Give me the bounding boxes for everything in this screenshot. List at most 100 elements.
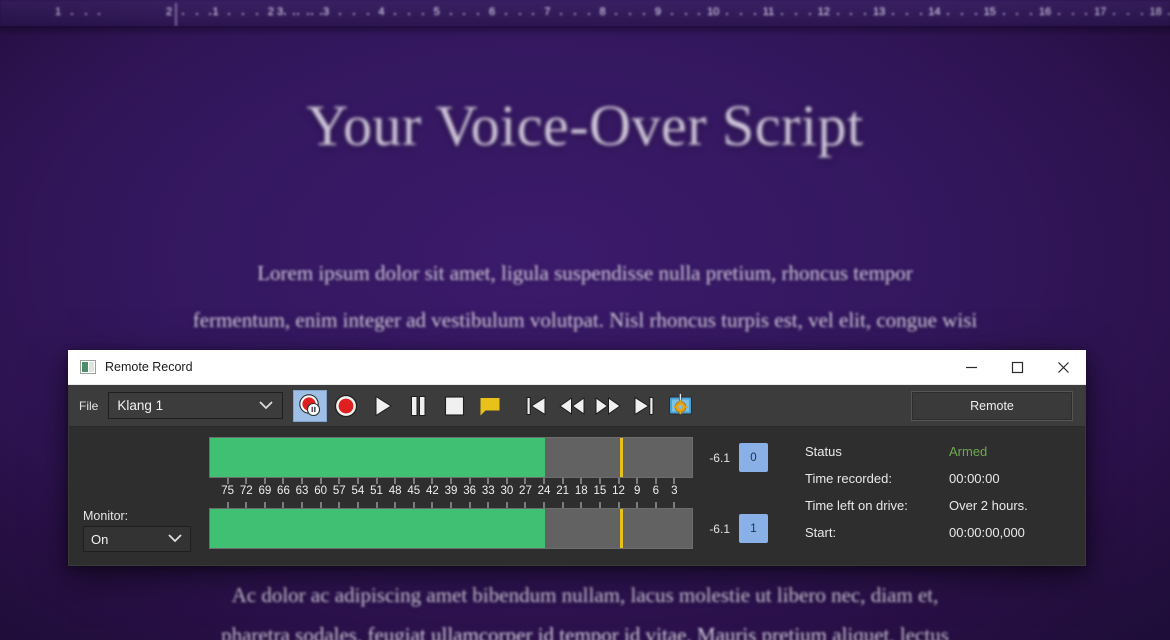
ruler-tick: [306, 13, 309, 15]
ruler-tick: [864, 13, 867, 15]
settings-button[interactable]: [663, 390, 697, 422]
ruler-tick: [1126, 13, 1129, 15]
meter-scale-tick: [357, 478, 359, 484]
ruler-tick: [98, 13, 101, 15]
record-button[interactable]: [329, 390, 363, 422]
ruler-number: 16: [1038, 6, 1052, 18]
app-icon: [80, 360, 96, 374]
meter-peak-marker: [619, 438, 623, 477]
meter-scale-label: 27: [519, 485, 532, 497]
skip-end-icon: [634, 396, 654, 415]
ruler-number: 18: [1149, 6, 1162, 18]
document-ruler[interactable]: 1 2 3 1 2 3 4 5 6 7 8 9 10 11 12 13 14 15 16 17 18: [0, 0, 1170, 26]
values-spacer: [699, 478, 787, 508]
start-label: Start:: [805, 525, 837, 540]
ruler-tick: [781, 13, 784, 15]
remote-button[interactable]: Remote: [911, 391, 1073, 421]
monitor-select[interactable]: On: [83, 526, 191, 552]
meter-scale-ticks-top: [209, 478, 693, 484]
ruler-tick: [311, 13, 314, 15]
meter-fill: [210, 509, 546, 548]
meter-scale-label: 72: [239, 485, 253, 497]
pause-button[interactable]: [401, 390, 435, 422]
meter-scale-tick: [506, 478, 508, 484]
maximize-button[interactable]: [994, 350, 1040, 385]
ruler-tick: [463, 13, 466, 15]
meter-scale-label: 51: [370, 485, 383, 497]
meter-scale-label: 42: [425, 485, 439, 497]
record-icon: [335, 394, 358, 417]
time-left-value: Over 2 hours.: [949, 498, 1028, 513]
ruler-tick: [292, 13, 295, 15]
ruler-tick: [795, 13, 798, 15]
meter-scale-tick: [338, 478, 340, 484]
stop-button[interactable]: [437, 390, 471, 422]
marker-button[interactable]: [473, 390, 507, 422]
ruler-tick: [84, 13, 87, 15]
rewind-button[interactable]: [555, 390, 589, 422]
ruler-tick: [670, 13, 673, 15]
meter-scale-label: 57: [332, 485, 346, 497]
channel-id-badge[interactable]: 1: [739, 514, 768, 543]
ruler-tick: [629, 13, 632, 15]
ruler-number: 5: [433, 6, 440, 18]
ruler-tick: [242, 13, 245, 15]
ruler-tick: [1016, 13, 1019, 15]
monitor-gear-icon: [668, 392, 692, 414]
fast-forward-button[interactable]: [591, 390, 625, 422]
start-row: Start: 00:00:00,000: [805, 519, 1085, 546]
channel-db-value: -6.1: [709, 450, 730, 465]
meter-scale-tick: [227, 478, 229, 484]
meter-scale-label: 18: [574, 485, 588, 497]
ruler-tick: [255, 13, 258, 15]
record-pause-button[interactable]: [293, 389, 328, 422]
monitor-select-value: On: [91, 531, 109, 547]
ruler-tick: [394, 13, 397, 15]
meter-scale-label: 60: [314, 485, 328, 497]
ruler-number: 1: [54, 6, 62, 18]
meter-scale-tick: [524, 478, 526, 484]
stop-icon: [445, 395, 465, 416]
meter-scale-label: 15: [593, 485, 607, 497]
record-pause-icon: [299, 393, 321, 416]
skip-to-end-button[interactable]: [627, 390, 661, 422]
time-recorded-value: 00:00:00: [949, 471, 1000, 486]
skip-to-start-button[interactable]: [519, 390, 553, 422]
meter-scale-label: 54: [351, 485, 365, 497]
ruler-number: 10: [707, 6, 720, 18]
file-menu[interactable]: File: [79, 399, 98, 413]
meter-scale-label: 21: [556, 485, 570, 497]
document-title: Your Voice-Over Script: [306, 93, 864, 158]
window-title: Remote Record: [105, 360, 193, 374]
window-titlebar[interactable]: Remote Record: [68, 350, 1086, 385]
chevron-down-icon: [258, 397, 274, 415]
preset-select[interactable]: Klang 1: [108, 392, 284, 419]
ruler-tick: [643, 13, 645, 15]
play-button[interactable]: [365, 390, 399, 422]
meter-scale-label: 45: [407, 485, 421, 497]
meter-scale-label: 75: [221, 485, 235, 497]
monitor-section: Monitor: On: [69, 431, 209, 565]
ruler-tick: [1140, 13, 1143, 15]
ruler-tick: [228, 13, 231, 15]
ruler-tick: [366, 13, 369, 15]
channel-id-badge[interactable]: 0: [739, 443, 768, 472]
chevron-down-icon: [167, 530, 183, 548]
channel-row-0: -6.1 0: [699, 437, 787, 478]
ruler-tick: [181, 13, 184, 15]
ruler-tick: [421, 13, 424, 15]
minimize-button[interactable]: [948, 350, 994, 385]
status-label: Status: [805, 444, 842, 459]
meter-scale-label: 9: [633, 485, 641, 497]
ruler-tick: [726, 13, 728, 15]
document-body-line-4: pharetra sodales, feugiat ullamcorper id…: [221, 623, 949, 640]
close-button[interactable]: [1040, 350, 1086, 385]
meter-scale-label: 33: [481, 485, 495, 497]
ruler-number: 3: [323, 6, 330, 18]
ruler-number: 6: [488, 6, 496, 18]
remote-record-window: Remote Record File Klang 1 Remote Monito…: [68, 350, 1086, 566]
channel-row-1: -6.1 1: [699, 508, 787, 549]
ruler-margin-marker[interactable]: [175, 3, 177, 26]
meter-scale-label: 48: [388, 485, 402, 497]
start-value: 00:00:00,000: [949, 525, 1025, 540]
